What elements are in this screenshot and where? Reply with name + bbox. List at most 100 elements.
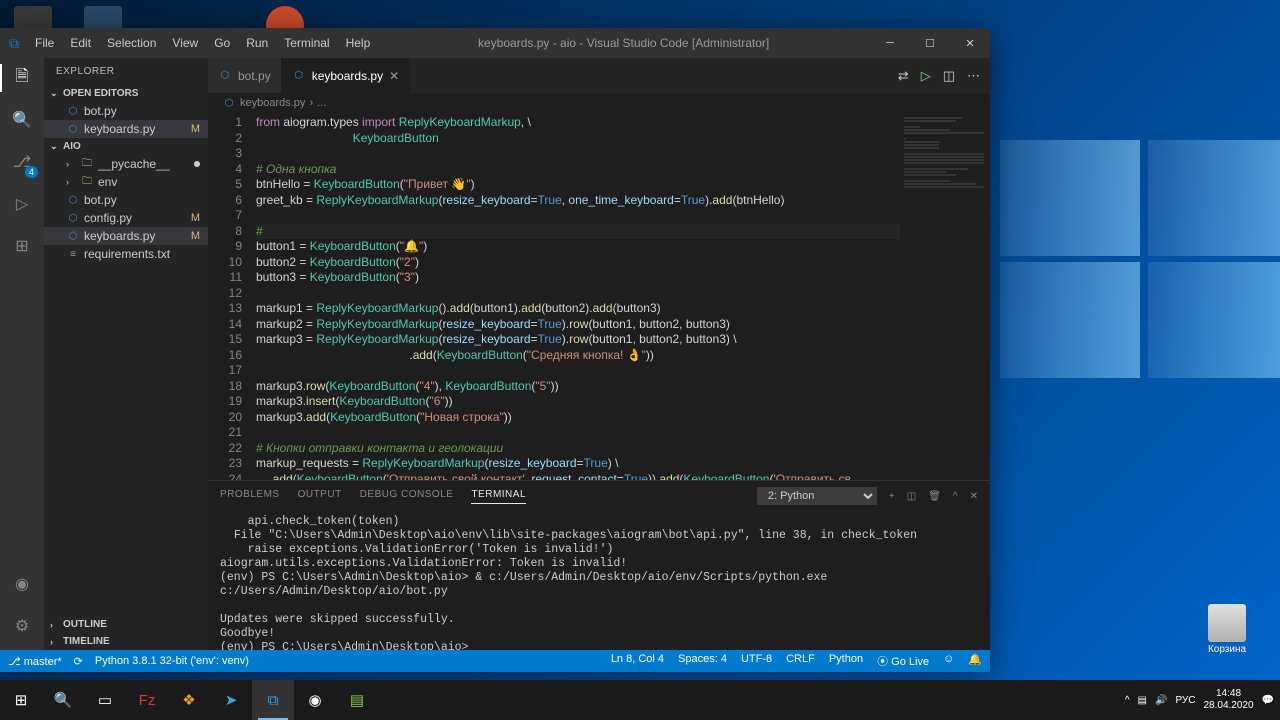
eol[interactable]: CRLF — [786, 653, 815, 669]
editor-tab[interactable]: ⬡bot.py — [208, 58, 282, 93]
compare-icon[interactable]: ⇄ — [898, 68, 909, 84]
activity-bar: 🗎 🔍 ⎇4 ▷ ⊞ ◉ ⚙ — [0, 58, 44, 650]
sync-icon[interactable]: ⟳ — [74, 655, 83, 668]
menu-help[interactable]: Help — [339, 36, 378, 50]
menu-view[interactable]: View — [165, 36, 205, 50]
file-tree-item[interactable]: ≡requirements.txt — [44, 245, 208, 263]
python-file-icon: ⬡ — [222, 96, 236, 110]
python-file-icon: ⬡ — [66, 104, 80, 118]
file-tree-item[interactable]: ›🗀env — [44, 173, 208, 191]
language-indicator[interactable]: РУС — [1175, 695, 1195, 706]
taskbar: ⊞ 🔍 ▭ Fz ❖ ➤ ⧉ ◉ ▤ ^ ▤ 🔊 РУС 14:48 28.04… — [0, 680, 1280, 720]
terminal[interactable]: api.check_token(token) File "C:\Users\Ad… — [208, 511, 990, 650]
open-editors-section[interactable]: ⌄OPEN EDITORS — [44, 85, 208, 102]
terminal-selector[interactable]: 2: Python — [757, 487, 877, 505]
menu-terminal[interactable]: Terminal — [277, 36, 336, 50]
maximize-button[interactable]: ☐ — [910, 28, 950, 58]
sidebar: EXPLORER ⌄OPEN EDITORS ⬡bot.py⬡keyboards… — [44, 58, 208, 650]
panel-tab-problems[interactable]: PROBLEMS — [220, 489, 280, 504]
clock[interactable]: 14:48 28.04.2020 — [1203, 688, 1253, 712]
menu-go[interactable]: Go — [207, 36, 237, 50]
python-file-icon: ⬡ — [66, 122, 80, 136]
vscode-taskbar-icon[interactable]: ⧉ — [252, 680, 294, 720]
menu-selection[interactable]: Selection — [100, 36, 163, 50]
action-center-icon[interactable]: 💬 — [1262, 695, 1274, 706]
recycle-bin-label: Корзина — [1208, 644, 1246, 655]
editor-tab[interactable]: ⬡keyboards.py✕ — [282, 58, 410, 93]
scm-badge: 4 — [25, 166, 38, 178]
python-file-icon: ⬡ — [66, 193, 80, 207]
folder-icon: 🗀 — [80, 175, 94, 189]
timeline-section[interactable]: ›TIMELINE — [44, 633, 208, 650]
extensions-icon[interactable]: ⊞ — [10, 234, 34, 258]
close-panel-icon[interactable]: ✕ — [970, 491, 978, 502]
app-icon[interactable]: ❖ — [168, 680, 210, 720]
close-tab-icon[interactable]: ✕ — [389, 69, 399, 83]
split-terminal-icon[interactable]: ◫ — [907, 491, 916, 502]
menubar: FileEditSelectionViewGoRunTerminalHelp — [28, 36, 377, 50]
python-file-icon: ⬡ — [66, 229, 80, 243]
recycle-bin[interactable]: Корзина — [1202, 604, 1252, 655]
new-terminal-icon[interactable]: + — [889, 491, 895, 502]
statusbar: ⎇ master* ⟳ Python 3.8.1 32-bit ('env': … — [0, 650, 990, 672]
code-editor[interactable]: 123456789101112131415161718192021222324 … — [208, 113, 990, 480]
cursor-position[interactable]: Ln 8, Col 4 — [611, 653, 664, 669]
explorer-icon[interactable]: 🗎 — [10, 66, 34, 90]
close-button[interactable]: ✕ — [950, 28, 990, 58]
outline-section[interactable]: ›OUTLINE — [44, 616, 208, 633]
search-icon[interactable]: 🔍 — [10, 108, 34, 132]
python-file-icon: ⬡ — [66, 211, 80, 225]
notepad-icon[interactable]: ▤ — [336, 680, 378, 720]
more-icon[interactable]: ⋯ — [967, 68, 980, 84]
python-env[interactable]: Python 3.8.1 32-bit ('env': venv) — [95, 655, 249, 667]
maximize-panel-icon[interactable]: ^ — [953, 491, 958, 502]
language-mode[interactable]: Python — [829, 653, 863, 669]
feedback-icon[interactable]: ☺ — [943, 653, 954, 669]
menu-file[interactable]: File — [28, 36, 61, 50]
encoding[interactable]: UTF-8 — [741, 653, 772, 669]
minimize-button[interactable]: ─ — [870, 28, 910, 58]
vscode-window: ⧉ FileEditSelectionViewGoRunTerminalHelp… — [0, 28, 990, 672]
editor-tabs: ⬡bot.py⬡keyboards.py✕ ⇄ ▷ ◫ ⋯ — [208, 58, 990, 93]
file-tree-item[interactable]: ⬡config.pyM — [44, 209, 208, 227]
accounts-icon[interactable]: ◉ — [10, 572, 34, 596]
volume-icon[interactable]: 🔊 — [1155, 695, 1167, 706]
panel-tab-output[interactable]: OUTPUT — [298, 489, 342, 504]
debug-icon[interactable]: ▷ — [10, 192, 34, 216]
panel-tab-terminal[interactable]: TERMINAL — [471, 489, 526, 504]
folder-section[interactable]: ⌄AIO — [44, 138, 208, 155]
search-icon[interactable]: 🔍 — [42, 680, 84, 720]
split-editor-icon[interactable]: ◫ — [943, 68, 955, 84]
menu-run[interactable]: Run — [239, 36, 275, 50]
open-editor-item[interactable]: ⬡bot.py — [44, 102, 208, 120]
open-editor-item[interactable]: ⬡keyboards.pyM — [44, 120, 208, 138]
file-tree-item[interactable]: ›🗀__pycache__ — [44, 155, 208, 173]
run-icon[interactable]: ▷ — [921, 68, 931, 84]
chrome-icon[interactable]: ◉ — [294, 680, 336, 720]
notifications-icon[interactable]: 🔔 — [968, 653, 982, 669]
telegram-icon[interactable]: ➤ — [210, 680, 252, 720]
tray-chevron-icon[interactable]: ^ — [1125, 695, 1130, 706]
indentation[interactable]: Spaces: 4 — [678, 653, 727, 669]
panel-tab-debug-console[interactable]: DEBUG CONSOLE — [360, 489, 454, 504]
titlebar[interactable]: ⧉ FileEditSelectionViewGoRunTerminalHelp… — [0, 28, 990, 58]
text-file-icon: ≡ — [66, 247, 80, 261]
settings-gear-icon[interactable]: ⚙ — [10, 614, 34, 638]
trash-icon — [1208, 604, 1246, 642]
filezilla-icon[interactable]: Fz — [126, 680, 168, 720]
kill-terminal-icon[interactable]: 🗑 — [928, 491, 941, 502]
task-view-icon[interactable]: ▭ — [84, 680, 126, 720]
branch-status[interactable]: ⎇ master* — [8, 655, 62, 668]
minimap[interactable] — [900, 113, 990, 480]
go-live[interactable]: ⦿ Go Live — [877, 653, 929, 669]
source-control-icon[interactable]: ⎇4 — [10, 150, 34, 174]
menu-edit[interactable]: Edit — [63, 36, 98, 50]
file-tree-item[interactable]: ⬡keyboards.pyM — [44, 227, 208, 245]
file-tree-item[interactable]: ⬡bot.py — [44, 191, 208, 209]
system-tray[interactable]: ^ ▤ 🔊 РУС 14:48 28.04.2020 💬 — [1125, 688, 1280, 712]
window-title: keyboards.py - aio - Visual Studio Code … — [377, 36, 870, 50]
breadcrumb[interactable]: ⬡ keyboards.py › ... — [208, 93, 990, 113]
network-icon[interactable]: ▤ — [1138, 695, 1147, 706]
vscode-logo-icon: ⧉ — [0, 28, 28, 58]
start-button[interactable]: ⊞ — [0, 680, 42, 720]
